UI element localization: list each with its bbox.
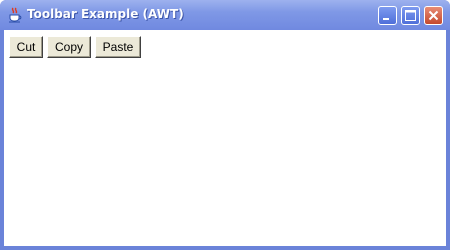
minimize-button[interactable] (378, 6, 397, 25)
client-area: Cut Copy Paste (4, 30, 446, 246)
app-window: Toolbar Example (AWT) Cut Copy Paste (0, 0, 450, 250)
copy-button[interactable]: Copy (47, 36, 91, 58)
maximize-icon (405, 10, 416, 21)
minimize-icon (383, 18, 389, 20)
window-frame-bottom (0, 246, 450, 250)
close-icon (428, 10, 439, 21)
paste-button[interactable]: Paste (95, 36, 141, 58)
cut-button[interactable]: Cut (9, 36, 43, 58)
java-coffee-cup-icon[interactable] (7, 7, 23, 23)
window-title: Toolbar Example (AWT) (27, 7, 184, 21)
close-button[interactable] (424, 6, 443, 25)
maximize-button[interactable] (401, 6, 420, 25)
title-bar[interactable]: Toolbar Example (AWT) (0, 0, 450, 30)
